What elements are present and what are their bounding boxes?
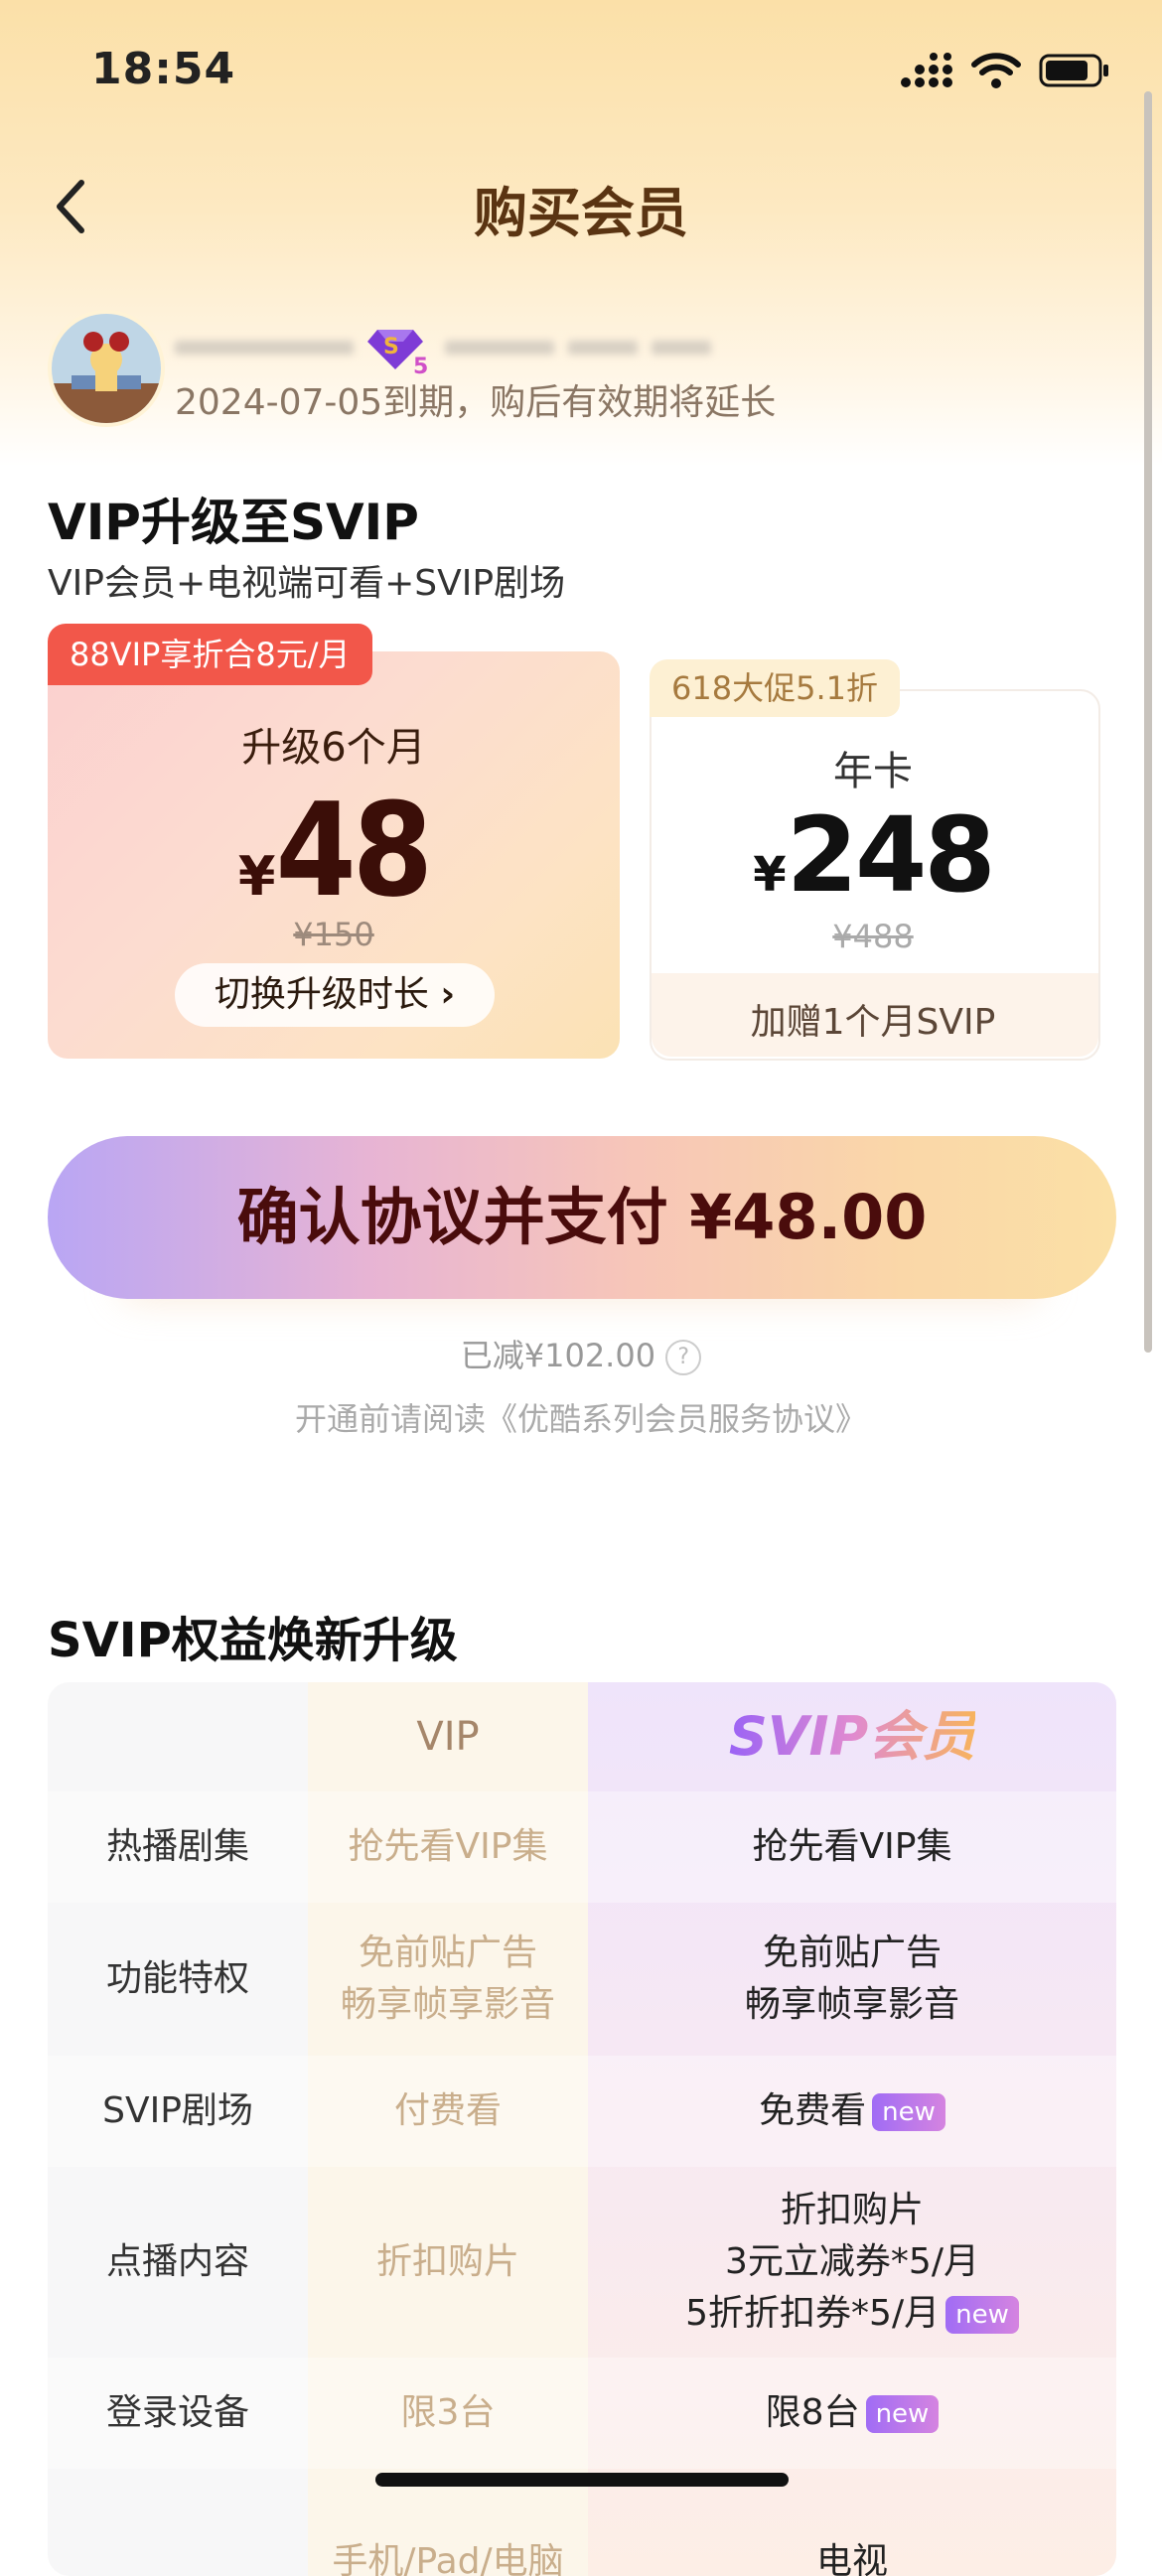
original-price: ¥150 [293,916,374,953]
switch-duration-label: 切换升级时长 [214,974,429,1015]
blurred-text [445,341,554,355]
scrollbar[interactable] [1144,91,1152,1353]
signal-icon [901,53,952,87]
table-row: 点播内容 折扣购片 折扣购片 3元立减券*5/月 5折折扣券*5/月 new [48,2167,1116,2358]
status-icons [900,52,1110,89]
price-value: 48 [275,775,433,926]
svip-value: 电视 [815,2541,888,2576]
switch-duration-button[interactable]: 切换升级时长 › [175,963,495,1027]
row-label: 热播剧集 [105,1826,249,1867]
expiry-date: 2024-07-05 [175,382,383,423]
new-badge: new [865,2395,940,2433]
currency-symbol: ¥ [237,845,276,908]
svip-logo: SVIP会员 [728,1705,976,1768]
upgrade-heading: VIP升级至SVIP [48,494,419,551]
vip-value: 免前贴广告 畅享帧享影音 [340,1932,555,2025]
status-time: 18:54 [91,44,236,94]
price-value: 248 [786,794,996,916]
vip-value: 手机/Pad/电脑 [332,2541,564,2576]
plan-gift: 加赠1个月SVIP [750,1002,996,1043]
new-badge: new [945,2296,1019,2334]
page-title: 购买会员 [474,182,688,244]
currency-symbol: ¥ [753,847,787,903]
discount-text: 已减¥102.00 [460,1337,656,1374]
svip-value: 限8台 new [588,2358,1116,2469]
table-row: SVIP剧场 付费看 免费看 new [48,2056,1116,2167]
chevron-right-icon: › [440,974,456,1015]
plan-name: 升级6个月 [241,725,426,771]
svg-text:5: 5 [413,355,428,375]
table-row: 功能特权 免前贴广告 畅享帧享影音 免前贴广告 畅享帧享影音 [48,1903,1116,2056]
vip-value: 付费看 [393,2090,502,2131]
plan-price: ¥48 [48,775,620,926]
plan-badge: 88VIP享折合8元/月 [48,624,372,685]
svip-column-header: SVIP会员 [588,1682,1116,1791]
benefits-table: VIP SVIP会员 热播剧集 抢先看VIP集 抢先看VIP集 功能特权 免前贴… [48,1682,1116,2576]
upgrade-subheading: VIP会员+电视端可看+SVIP剧场 [48,563,566,604]
agreement-link[interactable]: 开通前请阅读《优酷系列会员服务协议》 [0,1394,1162,1440]
discount-info: 已减¥102.00 ? [0,1331,1162,1376]
svg-text:S: S [383,335,399,359]
row-label: 点播内容 [105,2241,249,2282]
svip-level-icon: S 5 [367,330,428,375]
benefits-heading: SVIP权益焕新升级 [48,1613,458,1668]
row-label: 功能特权 [105,1958,249,1999]
table-row: 热播剧集 抢先看VIP集 抢先看VIP集 [48,1791,1116,1903]
svip-value: 免前贴广告 畅享帧享影音 [744,1932,959,2025]
row-label: SVIP剧场 [102,2090,253,2131]
svip-value: 抢先看VIP集 [752,1826,952,1867]
avatar-image [52,314,161,423]
new-badge: new [872,2093,945,2131]
vip-value: 抢先看VIP集 [348,1826,548,1867]
vip-column-header: VIP [416,1714,480,1760]
expiry-note: 到期，购后有效期将延长 [382,382,777,423]
username-blurred [175,341,354,355]
blurred-text [652,341,711,355]
battery-icon [1039,54,1108,87]
avatar[interactable] [48,310,165,427]
blurred-text [568,341,638,355]
plan-badge: 618大促5.1折 [650,659,900,717]
vip-value: 限3台 [400,2392,496,2433]
wifi-icon [971,53,1021,88]
help-icon[interactable]: ? [665,1340,702,1375]
vip-value: 折扣购片 [375,2241,519,2282]
table-row: 登录设备 限3台 限8台 new [48,2358,1116,2469]
username: S 5 [175,320,711,375]
plan-name: 年卡 [833,749,913,794]
home-indicator[interactable] [375,2473,789,2487]
svip-value: 折扣购片 3元立减券*5/月 5折折扣券*5/月 new [588,2167,1116,2358]
plan-price: ¥248 [650,794,1096,916]
original-price: ¥488 [832,918,914,955]
membership-expiry: 2024-07-05到期，购后有效期将延长 [175,373,776,425]
confirm-pay-button[interactable]: 确认协议并支付 ¥48.00 [48,1136,1116,1299]
svip-value: 免费看 new [588,2056,1116,2167]
row-label: 登录设备 [105,2392,249,2433]
